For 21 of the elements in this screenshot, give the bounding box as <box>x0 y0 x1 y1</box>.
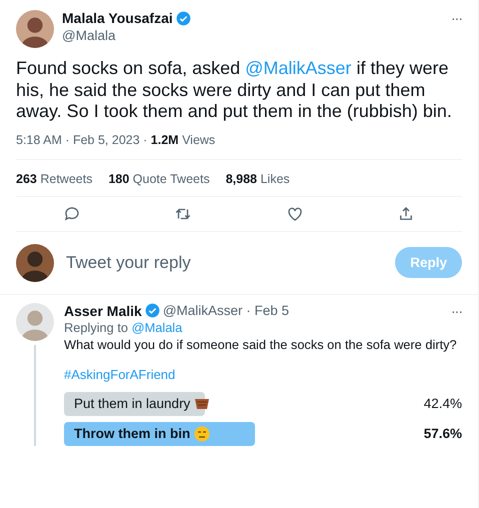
poll-option: Put them in laundry <box>74 396 210 410</box>
avatar[interactable] <box>16 244 54 282</box>
reply-icon[interactable] <box>62 204 81 222</box>
poll-option: Throw them in bin <box>74 426 210 442</box>
author-name[interactable]: Malala Yousafzai <box>62 10 173 26</box>
author-handle[interactable]: @Malala <box>62 28 443 43</box>
tweet-stat[interactable]: 263 Retweets <box>16 172 92 186</box>
like-icon[interactable] <box>286 204 304 222</box>
poll-percent: 57.6% <box>422 426 462 441</box>
author-name[interactable]: Asser Malik <box>64 302 142 318</box>
avatar[interactable] <box>16 10 54 48</box>
more-options[interactable]: ··· <box>451 302 462 318</box>
reply-text: What would you do if someone said the socks on the sofa were dirty? <box>64 336 458 352</box>
tweet-stat[interactable]: 180 Quote Tweets <box>108 172 210 186</box>
more-options[interactable]: ··· <box>451 10 462 26</box>
tweet-stat[interactable]: 8,988 Likes <box>226 172 290 186</box>
tweet-text: Found socks on sofa, asked @MalikAsser if they were his, he said the socks were dirty and I can put them away. So I took them and put them in the (rubbish) bin. <box>16 58 453 122</box>
replying-to: Replying to @Malala <box>64 320 184 336</box>
tweet-metadata: 5:18 AM · Feb 5, 2023 · 1.2M Views <box>16 132 462 160</box>
poll-percent: 42.4% <box>422 396 462 411</box>
author-handle[interactable]: @MalikAsser · Feb 5 <box>162 303 290 318</box>
